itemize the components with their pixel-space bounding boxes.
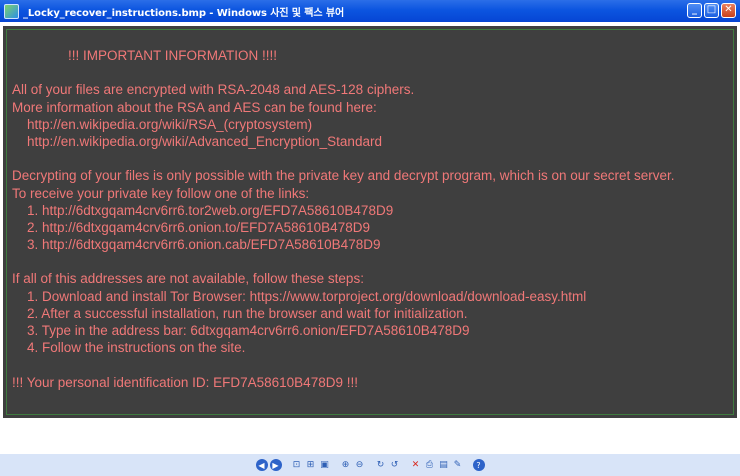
message-line: 1. Download and install Tor Browser: htt…	[12, 288, 587, 304]
message-line: Decrypting of your files is only possibl…	[12, 168, 675, 184]
open-for-editing-icon[interactable]: ✎	[452, 459, 464, 471]
message-line: http://en.wikipedia.org/wiki/RSA_(crypto…	[12, 116, 313, 132]
zoom-out-icon[interactable]: ⊖	[354, 459, 366, 471]
message-line: 1. http://6dtxgqam4crv6rr6.tor2web.org/E…	[12, 202, 394, 218]
minimize-button[interactable]: _	[687, 3, 702, 18]
message-heading: !!! IMPORTANT INFORMATION !!!!	[68, 48, 278, 63]
print-icon[interactable]: ⎙	[424, 459, 436, 471]
message-line: http://en.wikipedia.org/wiki/Advanced_En…	[12, 133, 382, 149]
message-line: More information about the RSA and AES c…	[12, 99, 377, 115]
message-line: To receive your private key follow one o…	[12, 185, 310, 201]
photo-viewer-app-icon	[4, 3, 19, 19]
zoom-in-icon[interactable]: ⊕	[340, 459, 352, 471]
rotate-counterclockwise-icon[interactable]: ↺	[389, 459, 401, 471]
message-line: !!! Your personal identification ID: EFD…	[12, 374, 358, 390]
message-line: 4. Follow the instructions on the site.	[12, 340, 246, 356]
delete-icon[interactable]: ✕	[410, 459, 422, 471]
message-line: If all of this addresses are not availab…	[12, 271, 364, 287]
maximize-button[interactable]: □	[704, 3, 719, 18]
help-icon[interactable]: ?	[472, 459, 485, 471]
title-bar[interactable]: _Locky_recover_instructions.bmp - Window…	[0, 0, 740, 22]
message-line	[12, 356, 732, 373]
window-title: _Locky_recover_instructions.bmp - Window…	[23, 7, 345, 19]
slideshow-icon[interactable]: ▣	[319, 459, 331, 471]
next-image-icon[interactable]: ▶	[269, 459, 282, 471]
message-line	[12, 253, 732, 270]
message-line: 3. Type in the address bar: 6dtxgqam4crv…	[12, 323, 470, 338]
copy-to-icon[interactable]: ▤	[438, 459, 450, 471]
close-button[interactable]: ✕	[721, 3, 736, 18]
message-line: 2. After a successful installation, run …	[12, 305, 468, 321]
previous-image-icon[interactable]: ◀	[255, 459, 268, 471]
message-line: All of your files are encrypted with RSA…	[12, 82, 415, 98]
window-controls: _ □ ✕	[687, 3, 736, 18]
message-line	[12, 64, 732, 81]
best-fit-icon[interactable]: ⊡	[291, 459, 303, 471]
message-line	[12, 150, 732, 167]
message-line: 3. http://6dtxgqam4crv6rr6.onion.cab/EFD…	[12, 237, 381, 253]
ransom-message: !!! IMPORTANT INFORMATION !!!! All of yo…	[12, 48, 732, 391]
actual-size-icon[interactable]: ⊞	[305, 459, 317, 471]
rotate-clockwise-icon[interactable]: ↻	[375, 459, 387, 471]
message-line: 2. http://6dtxgqam4crv6rr6.onion.to/EFD7…	[12, 219, 370, 235]
viewer-toolbar: ◀ ▶ ⊡ ⊞ ▣ ⊕ ⊖ ↻ ↺ ✕ ⎙ ▤ ✎?	[0, 454, 740, 476]
